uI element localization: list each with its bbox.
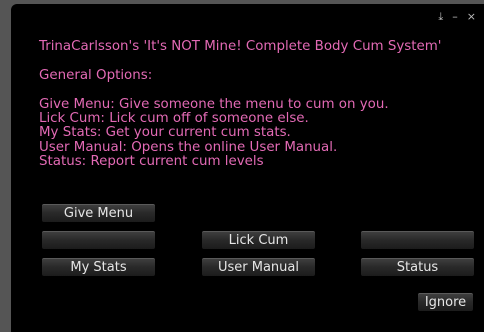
status-button[interactable]: Status [361, 258, 474, 276]
user-manual-button[interactable]: User Manual [202, 258, 315, 276]
dialog-title: TrinaCarlsson's 'It's NOT Mine! Complete… [39, 39, 442, 54]
blank-button-left[interactable] [42, 231, 155, 249]
dialog-message: TrinaCarlsson's 'It's NOT Mine! Complete… [39, 39, 469, 170]
section-heading: General Options: [39, 67, 153, 83]
give-menu-button[interactable]: Give Menu [42, 204, 155, 222]
download-icon[interactable]: ⤓ [438, 10, 443, 24]
option-description: Status: Report current cum levels [39, 154, 264, 170]
option-description: My Stats: Get your current cum stats. [39, 125, 291, 141]
lick-cum-button[interactable]: Lick Cum [202, 231, 315, 249]
ignore-button[interactable]: Ignore [418, 293, 473, 311]
option-description: User Manual: Opens the online User Manua… [39, 139, 338, 155]
option-description: Give Menu: Give someone the menu to cum … [39, 96, 389, 112]
minimize-icon[interactable]: – [452, 10, 458, 24]
close-icon[interactable]: × [467, 10, 476, 24]
blank-button-right[interactable] [361, 231, 474, 249]
window-controls: ⤓ – × [438, 10, 476, 24]
option-description: Lick Cum: Lick cum off of someone else. [39, 111, 309, 126]
script-dialog: ⤓ – × TrinaCarlsson's 'It's NOT Mine! Co… [11, 4, 484, 332]
my-stats-button[interactable]: My Stats [42, 258, 155, 276]
